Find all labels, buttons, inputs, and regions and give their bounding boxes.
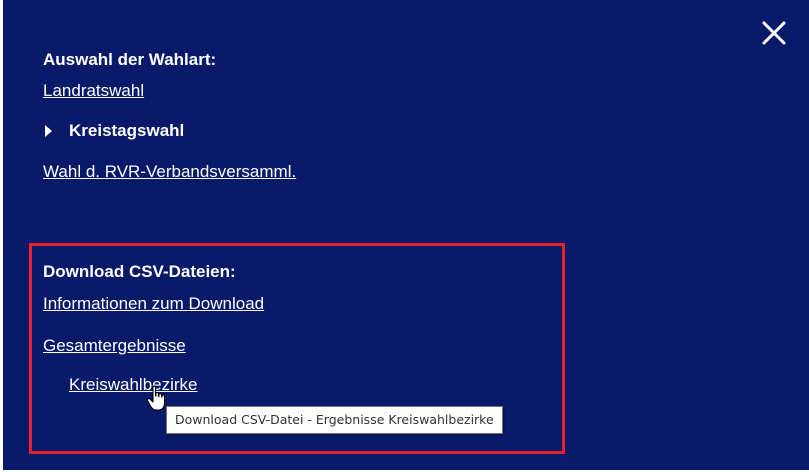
download-link-information[interactable]: Informationen zum Download [43, 294, 264, 314]
close-button[interactable] [759, 18, 789, 48]
current-item-arrow-icon [45, 125, 52, 137]
close-icon [762, 21, 786, 45]
election-type-link-rvr[interactable]: Wahl d. RVR-Verbandsversamml. [43, 162, 296, 182]
election-menu-panel: Auswahl der Wahlart: Landratswahl Kreist… [3, 0, 809, 470]
election-type-link-landratswahl[interactable]: Landratswahl [43, 81, 144, 101]
hand-pointer-cursor-icon [146, 385, 168, 413]
election-type-current-kreistagswahl: Kreistagswahl [69, 121, 185, 140]
download-heading: Download CSV-Dateien: [43, 262, 236, 281]
download-tooltip: Download CSV-Datei - Ergebnisse Kreiswah… [166, 406, 503, 434]
download-link-district-results[interactable]: Kreiswahlbezirke [69, 375, 198, 395]
election-type-heading: Auswahl der Wahlart: [43, 50, 217, 69]
download-link-total-results[interactable]: Gesamtergebnisse [43, 336, 186, 356]
